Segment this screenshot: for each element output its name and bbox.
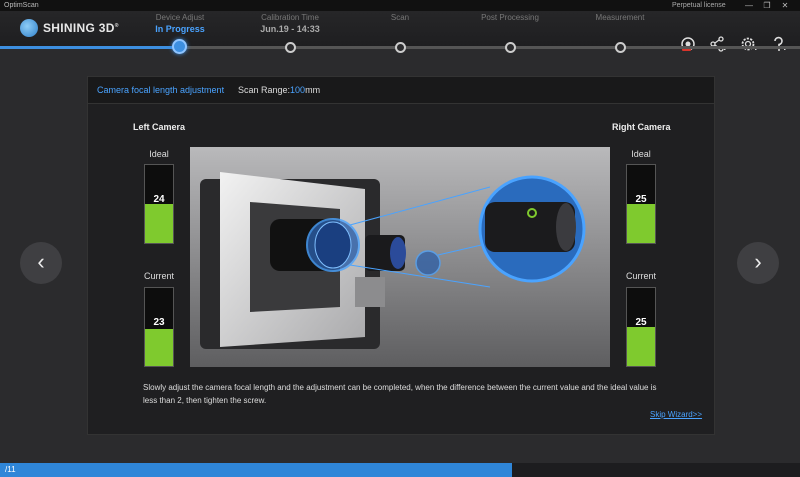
- right-ideal-meter: 25: [626, 164, 656, 244]
- left-ideal-value: 24: [153, 194, 165, 205]
- maximize-button[interactable]: ❐: [760, 0, 774, 11]
- right-current-value: 25: [635, 317, 647, 328]
- adjustment-panel: Camera focal length adjustment Scan Rang…: [87, 76, 715, 435]
- meter-fill: [145, 204, 173, 243]
- share-icon[interactable]: [707, 36, 729, 54]
- panel-title: Camera focal length adjustment: [97, 85, 225, 95]
- meter-fill: [627, 204, 655, 243]
- app-title: OptimScan: [4, 2, 39, 9]
- wizard-progress-fill: [0, 46, 180, 49]
- camera-illustration: [190, 147, 610, 367]
- step-status: In Progress: [155, 24, 205, 34]
- logo-icon: [20, 19, 38, 37]
- meter-fill: [145, 328, 173, 366]
- step-node-measurement[interactable]: [615, 42, 626, 53]
- right-camera-heading: Right Camera: [612, 122, 671, 132]
- next-button[interactable]: ›: [737, 242, 779, 284]
- scan-range-unit: mm: [305, 85, 321, 95]
- right-ideal-value: 25: [635, 194, 647, 205]
- step-label: Scan: [390, 13, 410, 22]
- page-counter: /11: [5, 465, 16, 474]
- scan-range-value: 100: [290, 85, 306, 95]
- step-status: Jun.19 - 14:33: [260, 24, 320, 34]
- step-label: Post Processing: [481, 13, 539, 22]
- step-node-calibration-time[interactable]: [285, 42, 296, 53]
- camera-new-icon[interactable]: [677, 36, 699, 54]
- step-node-device-adjust[interactable]: [172, 39, 187, 54]
- step-label: Device Adjust: [155, 13, 205, 22]
- right-ideal-label: Ideal: [631, 149, 651, 159]
- meter-fill: [627, 327, 655, 366]
- title-bar: OptimScan Perpetual license — ❐ ✕: [0, 0, 800, 11]
- left-ideal-label: Ideal: [149, 149, 169, 159]
- panel-header: Camera focal length adjustment Scan Rang…: [88, 77, 714, 104]
- skip-wizard-link[interactable]: Skip Wizard>>: [650, 410, 702, 419]
- logo: SHINING 3D®: [20, 18, 120, 38]
- left-camera-heading: Left Camera: [133, 122, 186, 132]
- close-button[interactable]: ✕: [778, 0, 792, 11]
- previous-button[interactable]: ‹: [20, 242, 62, 284]
- step-node-scan[interactable]: [395, 42, 406, 53]
- left-current-meter: 23: [144, 287, 174, 367]
- bottom-progress-fill: [0, 463, 512, 477]
- step-label: Measurement: [595, 13, 645, 22]
- step-post-processing[interactable]: Post Processing: [455, 13, 565, 22]
- step-label: Calibration Time: [261, 13, 319, 22]
- left-current-value: 23: [153, 317, 165, 328]
- right-current-meter: 25: [626, 287, 656, 367]
- step-scan[interactable]: Scan: [345, 13, 455, 22]
- scan-range-label: Scan Range:: [238, 85, 291, 95]
- step-device-adjust[interactable]: Device Adjust In Progress: [125, 13, 235, 34]
- settings-icon[interactable]: [738, 36, 760, 54]
- logo-registered-mark: ®: [114, 23, 119, 29]
- minimize-button[interactable]: —: [742, 0, 756, 11]
- license-label: Perpetual license: [672, 2, 726, 9]
- left-current-label: Current: [143, 271, 174, 281]
- scan-range: Scan Range:100mm: [238, 85, 320, 95]
- left-ideal-meter: 24: [144, 164, 174, 244]
- step-node-post-processing[interactable]: [505, 42, 516, 53]
- instruction-text: Slowly adjust the camera focal length an…: [143, 383, 657, 405]
- help-icon[interactable]: [768, 36, 790, 54]
- right-current-label: Current: [625, 271, 656, 281]
- step-calibration-time[interactable]: Calibration Time Jun.19 - 14:33: [235, 13, 345, 34]
- logo-text: SHINING 3D: [43, 21, 115, 35]
- step-measurement[interactable]: Measurement: [565, 13, 675, 22]
